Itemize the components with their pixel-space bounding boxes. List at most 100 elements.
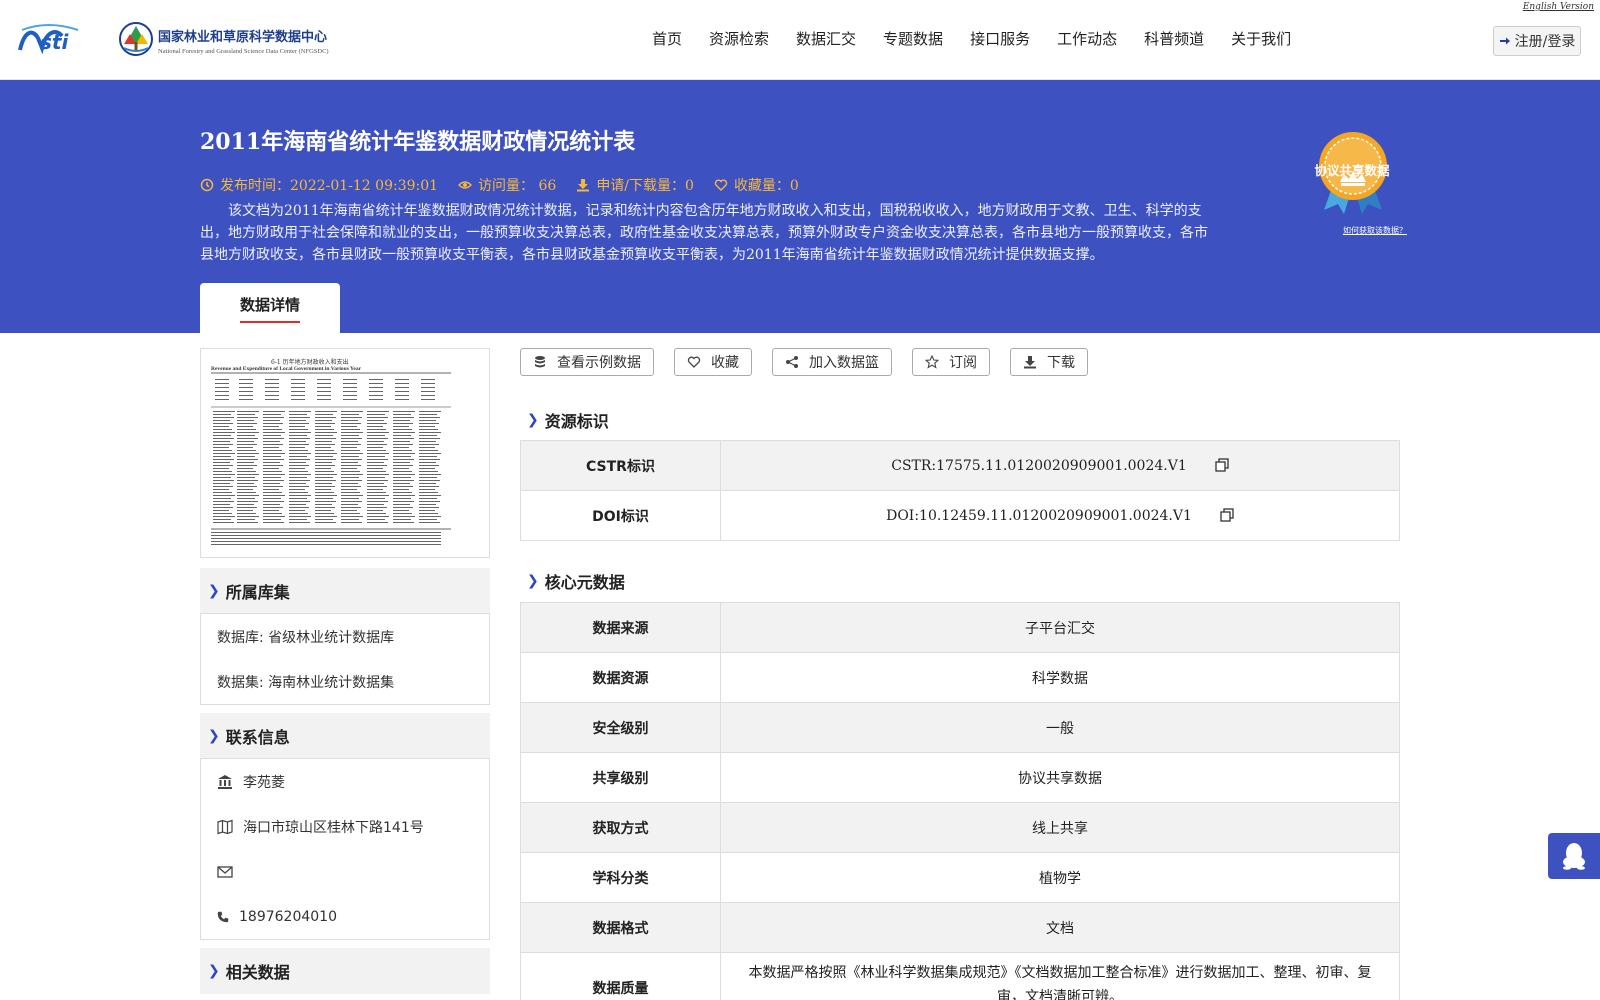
main-nav: 首页 资源检索 数据汇交 专题数据 接口服务 工作动态 科普频道 关于我们 [652,28,1318,49]
login-register-button[interactable]: 注册/登录 [1493,26,1581,56]
table-row: 共享级别 协议共享数据 [520,752,1400,803]
nav-work-news[interactable]: 工作动态 [1057,28,1117,49]
clock-icon [200,178,214,192]
doi-key: DOI标识 [520,490,721,541]
identifier-section-title: 资源标识 [544,412,609,431]
row-value: 子平台汇交 [720,602,1400,653]
dataset-hero: 2011年海南省统计年鉴数据财政情况统计表 发布时间：2022-01-12 09… [0,80,1600,333]
nav-data-submission[interactable]: 数据汇交 [796,28,856,49]
nav-api-service[interactable]: 接口服务 [970,28,1030,49]
download-label: 下载 [1047,355,1075,371]
meta-row: 发布时间：2022-01-12 09:39:01 访问量： 66 申请/下载量：… [200,175,799,195]
favorite-count-text: 收藏量：0 [733,178,799,194]
table-row: 数据资源 科学数据 [520,652,1400,703]
svg-text:sti: sti [40,30,69,54]
table-row: 学科分类 植物学 [520,852,1400,903]
table-row: 获取方式 线上共享 [520,802,1400,853]
row-value: 文档 [720,902,1400,953]
qq-penguin-icon [1563,843,1585,870]
chevron-right-icon: ❯ [527,412,539,428]
login-label: 注册/登录 [1514,34,1576,50]
contact-address-text: 海口市琼山区桂林下路141号 [243,819,424,836]
cstr-value-cell: CSTR:17575.11.0120020909001.0024.V1 [720,440,1400,491]
visit-count-text: 访问量： 66 [478,178,557,194]
contact-phone: 18976204010 [201,894,489,939]
table-row: CSTR标识 CSTR:17575.11.0120020909001.0024.… [520,440,1400,491]
row-value: 线上共享 [720,802,1400,853]
row-value: 植物学 [720,852,1400,903]
how-to-get-data-link[interactable]: 如何获取该数据？ [1343,225,1407,236]
dataset-description: 该文档为2011年海南省统计年鉴数据财政情况统计数据，记录和统计内容包含历年地方… [200,203,1208,263]
database-link[interactable]: 数据库: 省级林业统计数据库 [201,614,489,659]
nfgsdc-logo-text[interactable]: 国家林业和草原科学数据中心 National Forestry and Gras… [158,26,329,55]
subscribe-label: 订阅 [949,355,977,371]
table-row: 数据来源 子平台汇交 [520,602,1400,653]
row-key: 共享级别 [520,752,721,803]
table-row: 数据质量 本数据严格按照《林业科学数据集成规范》《文档数据加工整合标准》进行数据加… [520,952,1400,1000]
doi-value: DOI:10.12459.11.0120020909001.0024.V1 [886,507,1192,524]
logo-subtitle: National Forestry and Grassland Science … [158,48,329,55]
row-value: 一般 [720,702,1400,753]
row-key: 数据格式 [520,902,721,953]
download-icon [1024,356,1036,369]
english-version-link[interactable]: English Version [1523,2,1594,12]
favorite-button[interactable]: 收藏 [674,348,752,376]
sign-in-icon [1499,37,1510,45]
nav-science-channel[interactable]: 科普频道 [1144,28,1204,49]
row-value: 科学数据 [720,652,1400,703]
nfgsdc-emblem-icon[interactable] [118,20,154,58]
view-sample-button[interactable]: 查看示例数据 [520,348,654,376]
dataset-link[interactable]: 数据集: 海南林业统计数据集 [201,659,489,704]
thumb-subtitle: Revenue and Expenditure of Local Governm… [211,366,362,372]
subscribe-button[interactable]: 订阅 [912,348,990,376]
nav-thematic-data[interactable]: 专题数据 [883,28,943,49]
copy-icon[interactable] [1215,457,1229,472]
core-metadata-section-header: ❯ 核心元数据 [527,569,625,593]
core-metadata-section-title: 核心元数据 [544,573,625,592]
chevron-right-icon: ❯ [208,963,220,979]
download-count: 申请/下载量：0 [576,175,694,195]
row-value: 协议共享数据 [720,752,1400,803]
map-icon [217,819,233,834]
cstr-key: CSTR标识 [520,440,721,491]
tab-active-underline [240,320,300,323]
contact-panel: 李苑菱 海口市琼山区桂林下路141号 18976204010 [200,758,490,940]
add-to-basket-button[interactable]: 加入数据篮 [772,348,892,376]
institution-icon [218,774,232,789]
data-preview-thumbnail[interactable]: 6-1 历年地方财政收入和支出 Revenue and Expenditure … [200,348,490,558]
identifier-table: CSTR标识 CSTR:17575.11.0120020909001.0024.… [520,440,1400,541]
badge-label: 协议共享数据 [1314,163,1390,178]
doi-value-cell: DOI:10.12459.11.0120020909001.0024.V1 [720,490,1400,541]
add-to-basket-label: 加入数据篮 [809,355,879,371]
share-icon [786,356,798,368]
download-button[interactable]: 下载 [1010,348,1088,376]
tab-data-details[interactable]: 数据详情 [200,283,340,333]
copy-icon[interactable] [1220,507,1234,522]
nav-home[interactable]: 首页 [652,28,682,49]
related-section-title: 相关数据 [225,963,290,982]
favorite-label: 收藏 [711,355,739,371]
table-row: 数据格式 文档 [520,902,1400,953]
table-row: 安全级别 一般 [520,702,1400,753]
nav-resource-search[interactable]: 资源检索 [709,28,769,49]
contact-phone-text: 18976204010 [239,908,337,925]
logo-title: 国家林业和草原科学数据中心 [158,30,328,45]
identifier-section-header: ❯ 资源标识 [527,408,609,432]
library-section-header: ❯ 所属库集 [200,568,490,614]
publish-time: 发布时间：2022-01-12 09:39:01 [200,175,438,195]
nsti-logo[interactable]: sti [18,22,98,54]
heart-icon [714,179,728,191]
nav-about-us[interactable]: 关于我们 [1231,28,1291,49]
row-key: 安全级别 [520,702,721,753]
contact-section-title: 联系信息 [225,728,290,747]
qq-chat-button[interactable] [1548,833,1600,879]
view-sample-label: 查看示例数据 [557,355,641,371]
chevron-right-icon: ❯ [208,728,220,744]
top-navbar: English Version sti 国家林业和草原科学数据中心 Nation… [0,0,1600,80]
chevron-right-icon: ❯ [208,583,220,599]
database-icon [535,356,545,368]
library-section-title: 所属库集 [225,583,290,602]
tab-data-details-label: 数据详情 [239,295,300,314]
download-count-text: 申请/下载量：0 [596,178,694,194]
row-key: 数据质量 [520,952,721,1000]
